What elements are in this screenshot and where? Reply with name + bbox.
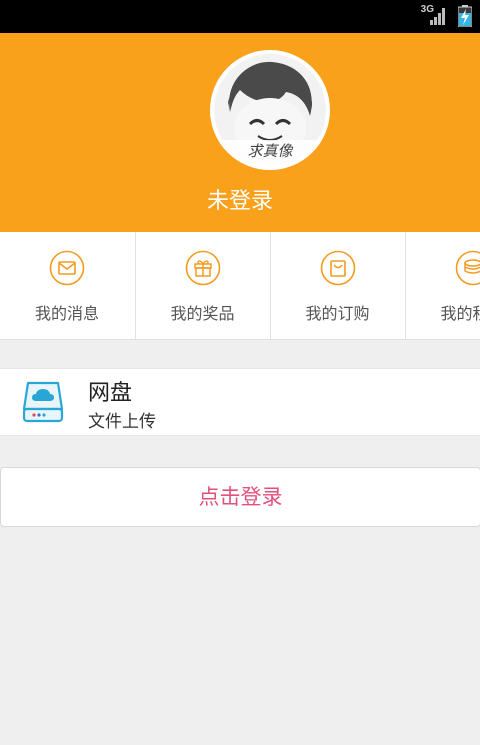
status-bar: 3G <box>0 0 480 33</box>
quick-action-label: 我的订购 <box>305 304 370 323</box>
avatar-caption: 求真像 <box>247 142 293 160</box>
quick-action-prizes[interactable]: 我的奖品 <box>135 232 269 339</box>
bag-icon <box>320 250 355 286</box>
quick-actions-grid: 我的消息 我的奖品 我的订购 我的积分 <box>0 232 480 340</box>
cloud-disk-row[interactable]: 网盘 文件上传 <box>0 368 480 436</box>
login-button[interactable]: 点击登录 <box>0 467 480 527</box>
quick-action-label: 我的消息 <box>34 304 99 323</box>
user-name[interactable]: 未登录 <box>0 183 480 215</box>
cloud-disk-title: 网盘 <box>88 381 133 406</box>
quick-action-label: 我的奖品 <box>170 304 235 323</box>
profile-header: 求真像 未登录 <box>0 33 480 232</box>
cloud-disk-icon <box>22 381 64 423</box>
quick-action-points[interactable]: 我的积分 <box>405 232 480 339</box>
message-icon <box>49 250 85 286</box>
quick-action-messages[interactable]: 我的消息 <box>0 232 134 339</box>
cloud-disk-subtitle: 文件上传 <box>88 412 156 432</box>
gift-icon <box>185 250 220 286</box>
signal-icon <box>430 8 445 25</box>
quick-action-label: 我的积分 <box>440 304 480 323</box>
coins-icon <box>455 250 480 286</box>
quick-action-orders[interactable]: 我的订购 <box>270 232 404 339</box>
avatar[interactable]: 求真像 <box>210 50 330 170</box>
battery-charging-icon <box>458 5 472 27</box>
